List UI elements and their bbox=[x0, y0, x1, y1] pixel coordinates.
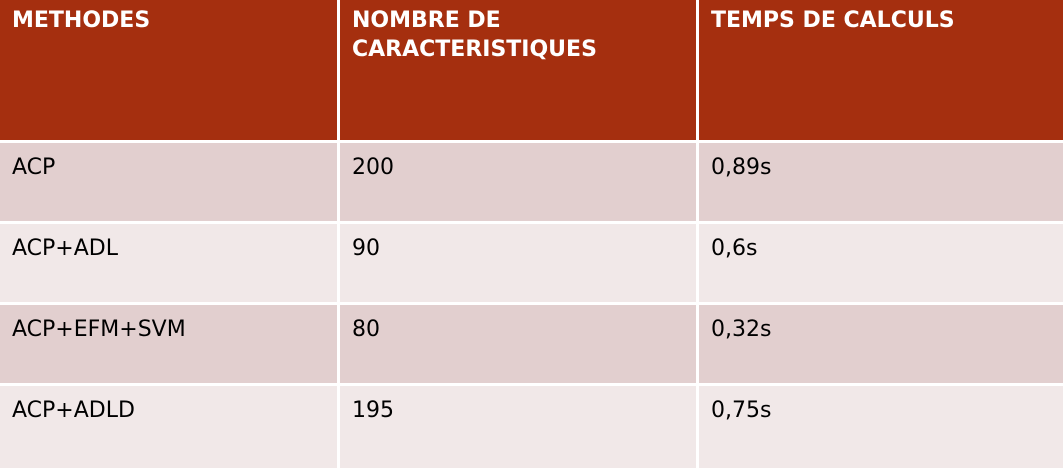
header-cell-nombre-caracteristiques: NOMBRE DE CARACTERISTIQUES bbox=[340, 0, 699, 143]
cell-compute-time: 0,6s bbox=[699, 224, 1063, 305]
cell-compute-time: 0,32s bbox=[699, 305, 1063, 386]
cell-feature-count: 200 bbox=[340, 143, 699, 224]
header-cell-methodes: METHODES bbox=[0, 0, 340, 143]
cell-compute-time: 0,75s bbox=[699, 386, 1063, 468]
table-header-row: METHODES NOMBRE DE CARACTERISTIQUES TEMP… bbox=[0, 0, 1063, 143]
table-row: ACP+ADLD 195 0,75s bbox=[0, 386, 1063, 468]
comparison-table: METHODES NOMBRE DE CARACTERISTIQUES TEMP… bbox=[0, 0, 1063, 470]
table-row: ACP+EFM+SVM 80 0,32s bbox=[0, 305, 1063, 386]
cell-compute-time: 0,89s bbox=[699, 143, 1063, 224]
cell-feature-count: 195 bbox=[340, 386, 699, 468]
methods-table: METHODES NOMBRE DE CARACTERISTIQUES TEMP… bbox=[0, 0, 1063, 468]
cell-feature-count: 80 bbox=[340, 305, 699, 386]
cell-feature-count: 90 bbox=[340, 224, 699, 305]
table-row: ACP+ADL 90 0,6s bbox=[0, 224, 1063, 305]
header-cell-temps-calculs: TEMPS DE CALCULS bbox=[699, 0, 1063, 143]
cell-method: ACP+ADL bbox=[0, 224, 340, 305]
cell-method: ACP+EFM+SVM bbox=[0, 305, 340, 386]
table-row: ACP 200 0,89s bbox=[0, 143, 1063, 224]
cell-method: ACP bbox=[0, 143, 340, 224]
cell-method: ACP+ADLD bbox=[0, 386, 340, 468]
